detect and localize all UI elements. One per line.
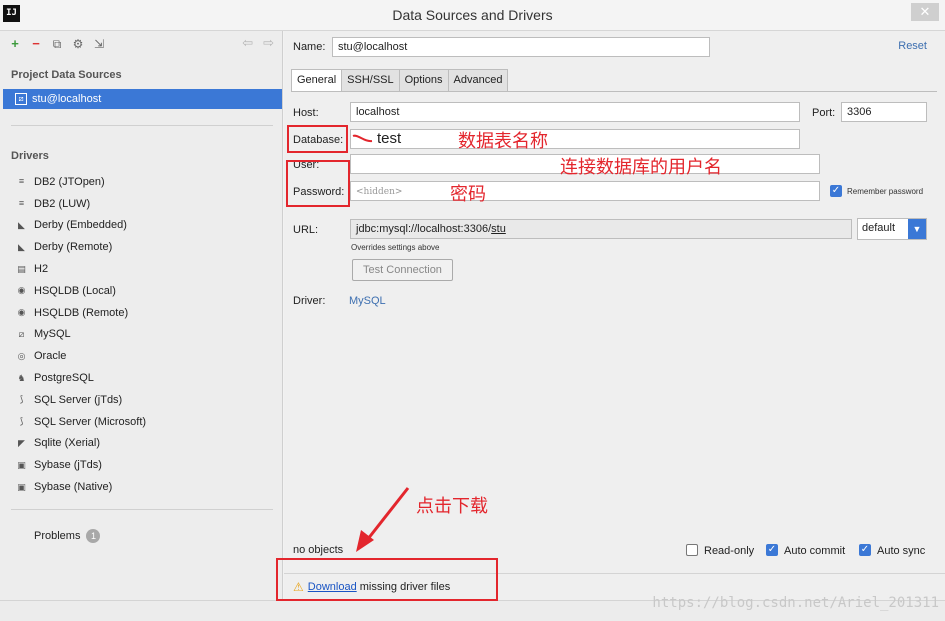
ibm-icon: ≡	[18, 176, 25, 187]
sybase-icon: ▣	[17, 481, 26, 492]
sqlserver-icon: ⟆	[19, 394, 24, 405]
sybase-icon: ▣	[17, 459, 26, 470]
url-mode-select[interactable]: default ▼	[857, 218, 927, 240]
database-annotation: 数据表名称	[458, 131, 548, 152]
remove-icon[interactable]: −	[29, 37, 43, 51]
name-label: Name:	[293, 41, 326, 53]
sidebar-toolbar: + − ⧉ ⚙ ⇲	[8, 35, 106, 53]
nav-arrows: ⇦ ⇨	[242, 35, 274, 51]
remember-password-label: Remember password	[847, 187, 924, 196]
sqlite-icon: ◤	[18, 437, 25, 448]
port-input[interactable]: 3306	[841, 102, 927, 122]
feather-icon: ◣	[18, 241, 25, 252]
settings-icon[interactable]: ⚙	[71, 37, 85, 51]
database-highlight	[287, 125, 348, 153]
test-connection-button[interactable]: Test Connection	[352, 259, 453, 281]
remember-password-checkbox[interactable]: ✓	[830, 185, 842, 197]
sqlserver-icon: ⟆	[19, 416, 24, 427]
driver-link[interactable]: MySQL	[349, 295, 386, 307]
autocommit-checkbox[interactable]: ✓	[766, 544, 778, 556]
hsqldb-icon: ◉	[17, 285, 26, 296]
hsqldb-icon: ◉	[17, 307, 26, 318]
driver-item[interactable]: ≡ DB2 (LUW)	[15, 193, 146, 215]
tab-ssh-ssl[interactable]: SSH/SSL	[341, 69, 400, 91]
data-source-label: stu@localhost	[32, 93, 102, 105]
password-annotation: 密码	[450, 184, 486, 205]
download-highlight	[276, 558, 498, 601]
driver-item[interactable]: ◣ Derby (Embedded)	[15, 215, 146, 237]
title-bar: IJ Data Sources and Drivers ✕	[0, 0, 945, 31]
driver-item[interactable]: ⧄ MySQL	[15, 324, 146, 346]
password-placeholder: <hidden>	[356, 187, 403, 197]
driver-item[interactable]: ♞ PostgreSQL	[15, 367, 146, 389]
autosync-label: Auto sync	[877, 545, 926, 557]
host-input[interactable]: localhost	[350, 102, 800, 122]
driver-item[interactable]: ◤ Sqlite (Xerial)	[15, 433, 146, 455]
forward-arrow-icon[interactable]: ⇨	[263, 35, 274, 51]
driver-item[interactable]: ▣ Sybase (jTds)	[15, 454, 146, 476]
driver-label: Driver:	[293, 295, 326, 307]
add-icon[interactable]: +	[8, 37, 22, 51]
driver-item[interactable]: ◉ HSQLDB (Remote)	[15, 302, 146, 324]
url-hint: Overrides settings above	[351, 243, 440, 252]
mysql-icon: ⧄	[18, 328, 25, 339]
user-annotation: 连接数据库的用户名	[560, 157, 722, 178]
main-panel: Name: stu@localhost Reset General SSH/SS…	[284, 31, 945, 600]
download-annotation: 点击下载	[416, 496, 488, 517]
drivers-list: ≡ DB2 (JTOpen) ≡ DB2 (LUW) ◣ Derby (Embedde…	[15, 171, 146, 498]
oracle-icon: ◎	[17, 350, 26, 361]
driver-item[interactable]: ◎ Oracle	[15, 345, 146, 367]
tab-divider	[291, 91, 937, 92]
credentials-highlight	[286, 160, 350, 207]
reset-link[interactable]: Reset	[898, 40, 927, 52]
url-label: URL:	[293, 224, 319, 236]
autocommit-label: Auto commit	[784, 545, 846, 557]
data-source-item[interactable]: ⧄ stu@localhost	[3, 89, 282, 109]
project-data-sources-heading: Project Data Sources	[11, 69, 122, 81]
drivers-heading: Drivers	[11, 150, 49, 162]
divider	[11, 509, 273, 510]
problems-count-badge: 1	[86, 529, 101, 543]
tab-advanced[interactable]: Advanced	[447, 69, 509, 91]
import-icon[interactable]: ⇲	[92, 37, 106, 51]
name-input[interactable]: stu@localhost	[332, 37, 710, 57]
problems-item[interactable]: Problems 1	[34, 529, 101, 543]
tab-general[interactable]: General	[291, 69, 343, 91]
driver-item[interactable]: ◉ HSQLDB (Local)	[15, 280, 146, 302]
autosync-checkbox[interactable]: ✓	[859, 544, 871, 556]
driver-item[interactable]: ▣ Sybase (Native)	[15, 476, 146, 498]
window-title: Data Sources and Drivers	[392, 7, 553, 23]
no-objects-label: no objects	[293, 544, 344, 556]
readonly-label: Read-only	[704, 545, 755, 557]
sidebar: + − ⧉ ⚙ ⇲ ⇦ ⇨ Project Data Sources ⧄ stu…	[0, 31, 283, 600]
driver-item[interactable]: ▤ H2	[15, 258, 146, 280]
driver-item[interactable]: ≡ DB2 (JTOpen)	[15, 171, 146, 193]
url-input[interactable]: jdbc:mysql://localhost:3306/stu	[350, 219, 852, 239]
driver-item[interactable]: ◣ Derby (Remote)	[15, 236, 146, 258]
driver-item[interactable]: ⟆ SQL Server (Microsoft)	[15, 411, 146, 433]
elephant-icon: ♞	[17, 372, 26, 383]
divider	[11, 125, 273, 126]
back-arrow-icon[interactable]: ⇦	[242, 35, 253, 51]
tab-options[interactable]: Options	[398, 69, 449, 91]
watermark: https://blog.csdn.net/Ariel_201311	[652, 595, 939, 611]
driver-item[interactable]: ⟆ SQL Server (jTds)	[15, 389, 146, 411]
password-input[interactable]: <hidden>	[350, 181, 820, 201]
database-icon: ⧄	[15, 93, 27, 105]
database-input[interactable]: test	[350, 129, 800, 149]
close-icon[interactable]: ✕	[911, 3, 939, 21]
h2-icon: ▤	[17, 263, 26, 274]
host-label: Host:	[293, 107, 319, 119]
chevron-down-icon: ▼	[908, 219, 926, 239]
feather-icon: ◣	[18, 219, 25, 230]
ibm-icon: ≡	[18, 198, 25, 209]
readonly-checkbox[interactable]	[686, 544, 698, 556]
tab-bar: General SSH/SSL Options Advanced	[291, 69, 509, 91]
copy-icon[interactable]: ⧉	[50, 37, 64, 51]
port-label: Port:	[812, 107, 836, 119]
